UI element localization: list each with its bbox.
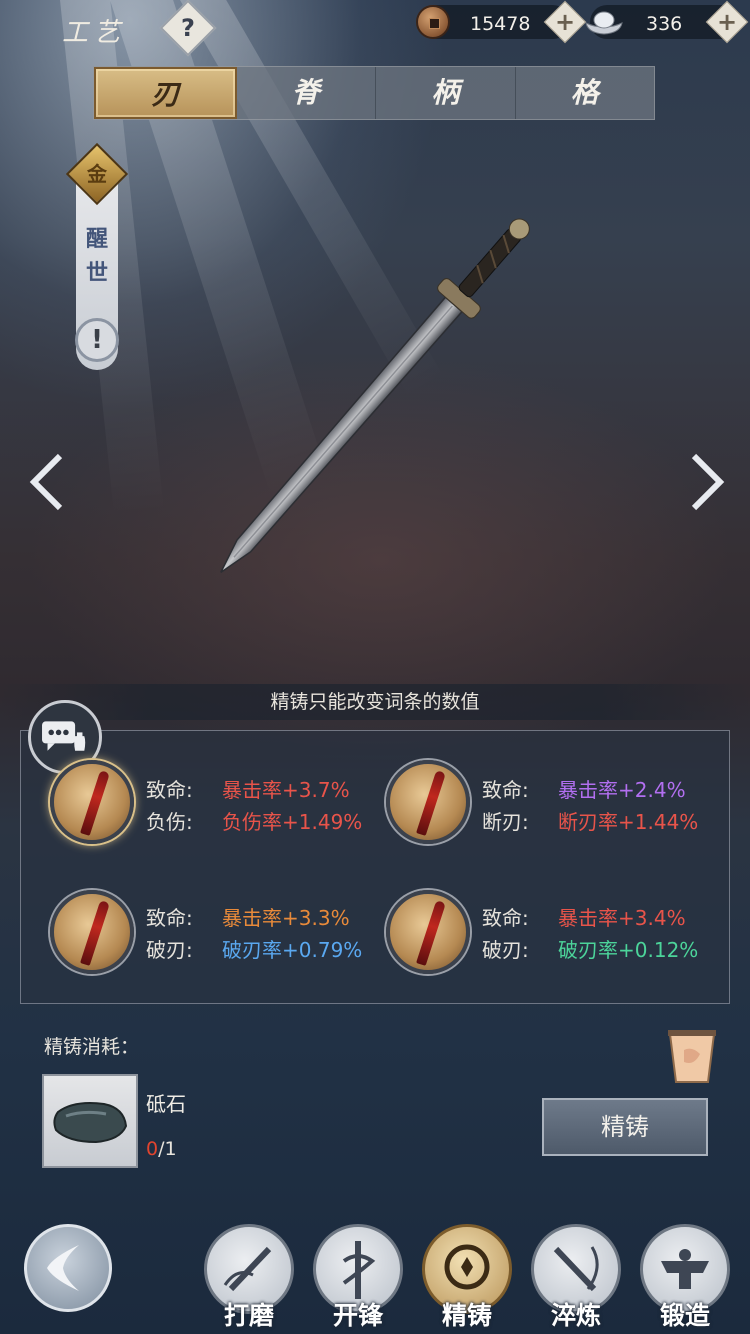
grade-label: 金 <box>87 162 107 186</box>
item-count: 0/1 <box>146 1138 177 1160</box>
affix-label: 致命: <box>482 906 529 930</box>
affix-value: 暴击率+3.4% <box>558 906 686 930</box>
affix-slot-2[interactable]: 致命: 暴击率+2.4% 断刃: 断刃率+1.44% <box>386 752 726 852</box>
previous-arrow-icon[interactable] <box>28 452 68 512</box>
blade-orb-icon <box>386 760 470 844</box>
silver-value: 336 <box>646 13 683 35</box>
affix-line: 致命: 暴击率+2.4% <box>482 774 686 806</box>
nav-label: 锻造 <box>659 1301 710 1330</box>
copper-value: 15478 <box>470 13 531 35</box>
nav-sharpen[interactable]: 开锋 <box>313 1224 403 1334</box>
whetstone-icon <box>53 1102 128 1144</box>
affix-value: 暴击率+3.3% <box>222 906 350 930</box>
back-button[interactable] <box>24 1224 112 1312</box>
affix-line: 致命: 暴击率+3.3% <box>146 902 350 934</box>
affix-value: 暴击率+2.4% <box>558 778 686 802</box>
affix-label: 致命: <box>482 778 529 802</box>
affix-value: 断刃率+1.44% <box>558 810 699 834</box>
weapon-name: 醒 世 <box>76 222 118 290</box>
affix-line: 致命: 暴击率+3.4% <box>482 902 686 934</box>
affix-label: 致命: <box>146 778 193 802</box>
blade-orb-icon <box>50 890 134 974</box>
tab-guard[interactable]: 格 <box>516 67 655 119</box>
nav-grind[interactable]: 打磨 <box>204 1224 294 1334</box>
item-name: 砥石 <box>146 1092 186 1116</box>
copper-coin-icon <box>416 5 450 39</box>
whetstone-slot[interactable] <box>42 1074 138 1168</box>
tab-blade[interactable]: 刃 <box>94 67 237 119</box>
nav-forge[interactable]: 锻造 <box>640 1224 730 1334</box>
affix-line: 断刃: 断刃率+1.44% <box>482 806 698 838</box>
affix-slot-1[interactable]: 致命: 暴击率+3.7% 负伤: 负伤率+1.49% <box>50 752 390 852</box>
lantern-icon <box>668 1030 716 1083</box>
affix-value: 破刃率+0.12% <box>558 938 699 962</box>
affix-value: 负伤率+1.49% <box>222 810 363 834</box>
weapon-name-bottom: 世 <box>85 260 108 286</box>
silver-ingot-icon <box>585 11 623 35</box>
cost-label: 精铸消耗： <box>44 1036 140 1058</box>
nav-refine[interactable]: 精铸 <box>422 1224 512 1334</box>
tab-handle[interactable]: 柄 <box>376 67 516 119</box>
help-button[interactable]: ? <box>159 0 217 57</box>
plus-icon: + <box>716 8 738 36</box>
page-title: 工艺 <box>62 18 127 48</box>
back-arrow-icon <box>47 1245 79 1291</box>
affix-line: 破刃: 破刃率+0.79% <box>146 934 362 966</box>
tab-spine[interactable]: 脊 <box>237 67 376 119</box>
refine-notice: 精铸只能改变词条的数值 <box>0 684 750 720</box>
refine-button[interactable]: 精铸 <box>542 1098 708 1156</box>
affix-slot-4[interactable]: 致命: 暴击率+3.4% 破刃: 破刃率+0.12% <box>386 882 726 982</box>
nav-temper[interactable]: 淬炼 <box>531 1224 621 1334</box>
nav-label: 打磨 <box>223 1301 274 1330</box>
next-arrow-icon[interactable] <box>686 452 726 512</box>
nav-label: 精铸 <box>441 1301 492 1330</box>
question-icon: ? <box>181 14 195 42</box>
item-need: /1 <box>158 1138 177 1160</box>
affix-slot-3[interactable]: 致命: 暴击率+3.3% 破刃: 破刃率+0.79% <box>50 882 390 982</box>
affix-label: 破刃: <box>482 938 529 962</box>
affix-line: 致命: 暴击率+3.7% <box>146 774 350 806</box>
affix-value: 破刃率+0.79% <box>222 938 363 962</box>
nav-label: 开锋 <box>332 1301 383 1330</box>
affix-label: 断刃: <box>482 810 529 834</box>
sword-image <box>220 218 530 573</box>
plus-icon: + <box>554 8 576 36</box>
affix-line: 破刃: 破刃率+0.12% <box>482 934 698 966</box>
weapon-name-top: 醒 <box>85 226 108 252</box>
top-bar: 工艺 ? 15478 + 336 + <box>0 0 750 57</box>
blade-orb-icon <box>50 760 134 844</box>
affix-value: 暴击率+3.7% <box>222 778 350 802</box>
nav-label: 淬炼 <box>550 1301 601 1330</box>
blade-orb-icon <box>386 890 470 974</box>
affix-label: 致命: <box>146 906 193 930</box>
weapon-name-badge: 金 醒 世 ! <box>65 142 129 380</box>
item-have: 0 <box>146 1138 159 1160</box>
part-tabs: 刃 脊 柄 格 <box>93 66 655 120</box>
affix-line: 负伤: 负伤率+1.49% <box>146 806 362 838</box>
info-button[interactable]: ! <box>75 318 119 362</box>
affix-label: 负伤: <box>146 810 193 834</box>
affix-label: 破刃: <box>146 938 193 962</box>
